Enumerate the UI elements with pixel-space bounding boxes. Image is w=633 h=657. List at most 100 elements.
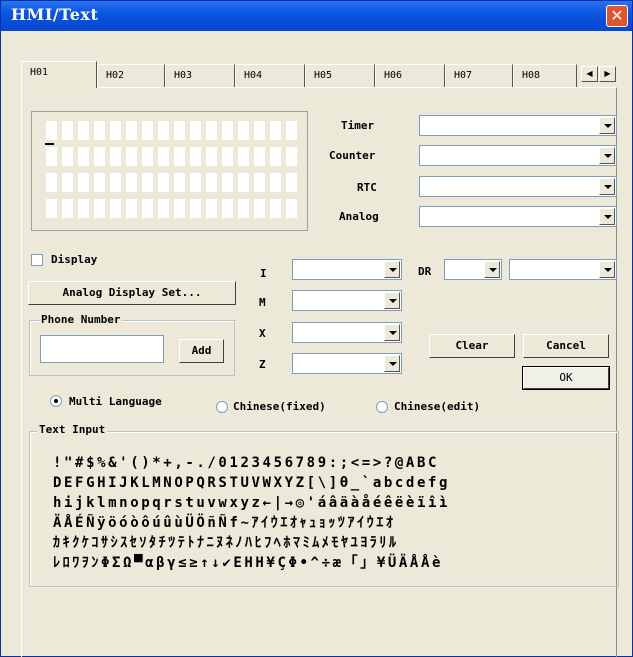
lcd-cell xyxy=(206,121,217,140)
m-select[interactable] xyxy=(292,290,402,311)
lcd-cell xyxy=(158,121,169,140)
title-bar[interactable]: HMI/Text ✕ xyxy=(1,1,632,31)
tab-h06[interactable]: H06 xyxy=(375,64,445,87)
lcd-cell xyxy=(78,121,89,140)
m-label: M xyxy=(259,296,266,309)
lcd-cell xyxy=(78,199,89,218)
dialog-window: HMI/Text ✕ H01 H02 H03 H04 H05 H06 H07 H… xyxy=(0,0,633,657)
lcd-cell xyxy=(286,199,297,218)
lcd-cell xyxy=(142,173,153,192)
lcd-cell xyxy=(94,121,105,140)
tab-strip: H01 H02 H03 H04 H05 H06 H07 H08 ◀ ▶ xyxy=(21,61,617,88)
i-select[interactable] xyxy=(292,259,402,280)
window-title: HMI/Text xyxy=(11,5,99,24)
dr-value-select[interactable] xyxy=(509,259,617,280)
lcd-cell xyxy=(110,147,121,166)
lcd-cell xyxy=(206,173,217,192)
character-palette[interactable]: !"#$%&'()*+,-./0123456789:;<=>?@ABC DEFG… xyxy=(53,453,613,573)
lcd-cell xyxy=(62,147,73,166)
lcd-cell xyxy=(126,147,137,166)
lcd-cell xyxy=(222,199,233,218)
lcd-cell xyxy=(62,121,73,140)
tab-h03[interactable]: H03 xyxy=(165,64,235,87)
chinese-fixed-label: Chinese(fixed) xyxy=(233,400,326,413)
analog-label: Analog xyxy=(339,210,379,223)
tab-h07[interactable]: H07 xyxy=(445,64,513,87)
z-select[interactable] xyxy=(292,353,402,374)
chevron-down-icon xyxy=(599,178,615,195)
tab-h04[interactable]: H04 xyxy=(235,64,305,87)
lcd-cell xyxy=(254,199,265,218)
tab-scroll-right-icon[interactable]: ▶ xyxy=(599,66,616,82)
counter-label: Counter xyxy=(329,149,376,162)
dr-select[interactable] xyxy=(444,259,502,280)
counter-select[interactable] xyxy=(419,145,617,166)
lcd-cell xyxy=(94,199,105,218)
cancel-button[interactable]: Cancel xyxy=(523,334,609,358)
chinese-edit-radio[interactable] xyxy=(376,401,388,413)
lcd-cell xyxy=(174,147,185,166)
lcd-cell xyxy=(174,199,185,218)
lcd-cell xyxy=(254,121,265,140)
character-row[interactable]: DEFGHIJKLMNOPQRSTUVWXYZ[\]θ_`abcdefg xyxy=(53,473,613,493)
lcd-cell xyxy=(206,147,217,166)
lcd-cell xyxy=(142,199,153,218)
lcd-cell xyxy=(142,147,153,166)
lcd-cell xyxy=(94,147,105,166)
multi-language-radio[interactable] xyxy=(50,395,62,407)
lcd-cell xyxy=(286,121,297,140)
rtc-select[interactable] xyxy=(419,176,617,197)
tab-scroll-arrows: ◀ ▶ xyxy=(581,66,617,82)
character-row[interactable]: hijklmnopqrstuvwxyz←|→◎'áâäàåéêëèïîì xyxy=(53,493,613,513)
phone-number-legend: Phone Number xyxy=(39,313,123,326)
chevron-down-icon xyxy=(384,355,400,372)
lcd-cell xyxy=(190,121,201,140)
tab-h02[interactable]: H02 xyxy=(97,64,165,87)
lcd-cell xyxy=(142,121,153,140)
lcd-cell xyxy=(46,147,57,166)
lcd-cell xyxy=(110,173,121,192)
lcd-cell xyxy=(238,173,249,192)
lcd-cell xyxy=(158,147,169,166)
tab-h05[interactable]: H05 xyxy=(305,64,375,87)
lcd-cell xyxy=(222,173,233,192)
lcd-cell xyxy=(174,173,185,192)
character-row[interactable]: !"#$%&'()*+,-./0123456789:;<=>?@ABC xyxy=(53,453,613,473)
phone-number-input[interactable] xyxy=(40,335,164,363)
analog-select[interactable] xyxy=(419,206,617,227)
lcd-cell xyxy=(46,121,57,140)
character-row[interactable]: ﾚﾛﾜｦﾝΦΣΩ▀αβγ≤≥↑↓✔EHH¥ÇΦ•^÷æ「」¥ÜÄÅÅè xyxy=(53,553,613,573)
lcd-cell xyxy=(190,199,201,218)
lcd-preview[interactable] xyxy=(31,111,308,231)
character-row[interactable]: ÄÅÉÑÿöóòôúûùÜÖñÑf~ｱｲｳｴｵｬｭｮｯﾂｱｲｳｴｵ xyxy=(53,513,613,533)
dr-label: DR xyxy=(418,265,432,278)
lcd-cell xyxy=(174,121,185,140)
close-button[interactable]: ✕ xyxy=(606,5,628,27)
chevron-down-icon xyxy=(384,261,400,278)
lcd-cell xyxy=(286,147,297,166)
clear-button[interactable]: Clear xyxy=(429,334,515,358)
lcd-cell xyxy=(222,121,233,140)
x-select[interactable] xyxy=(292,322,402,343)
lcd-cell xyxy=(62,173,73,192)
character-row[interactable]: ｶｷｸｹｺｻｼｽｾｿﾀﾁﾂﾃﾄﾅﾆﾇﾈﾉﾊﾋﾌﾍﾎﾏﾐﾑﾒﾓﾔﾕﾖﾗﾘﾙ xyxy=(53,533,613,553)
lcd-cell xyxy=(126,199,137,218)
chevron-down-icon xyxy=(484,261,500,278)
add-button[interactable]: Add xyxy=(179,339,224,363)
tab-scroll-left-icon[interactable]: ◀ xyxy=(581,66,598,82)
lcd-cell xyxy=(126,121,137,140)
rtc-label: RTC xyxy=(357,181,377,194)
analog-display-set-button[interactable]: Analog Display Set... xyxy=(28,281,236,305)
display-checkbox[interactable] xyxy=(31,254,43,266)
chevron-down-icon xyxy=(384,292,400,309)
timer-select[interactable] xyxy=(419,115,617,136)
ok-button[interactable]: OK xyxy=(522,366,610,390)
tab-h08[interactable]: H08 xyxy=(513,64,577,87)
lcd-cell xyxy=(158,199,169,218)
lcd-cell xyxy=(238,147,249,166)
text-input-legend: Text Input xyxy=(37,423,108,436)
chinese-fixed-radio[interactable] xyxy=(216,401,228,413)
close-icon: ✕ xyxy=(610,6,624,25)
tab-h01[interactable]: H01 xyxy=(21,61,97,88)
lcd-cell xyxy=(254,173,265,192)
